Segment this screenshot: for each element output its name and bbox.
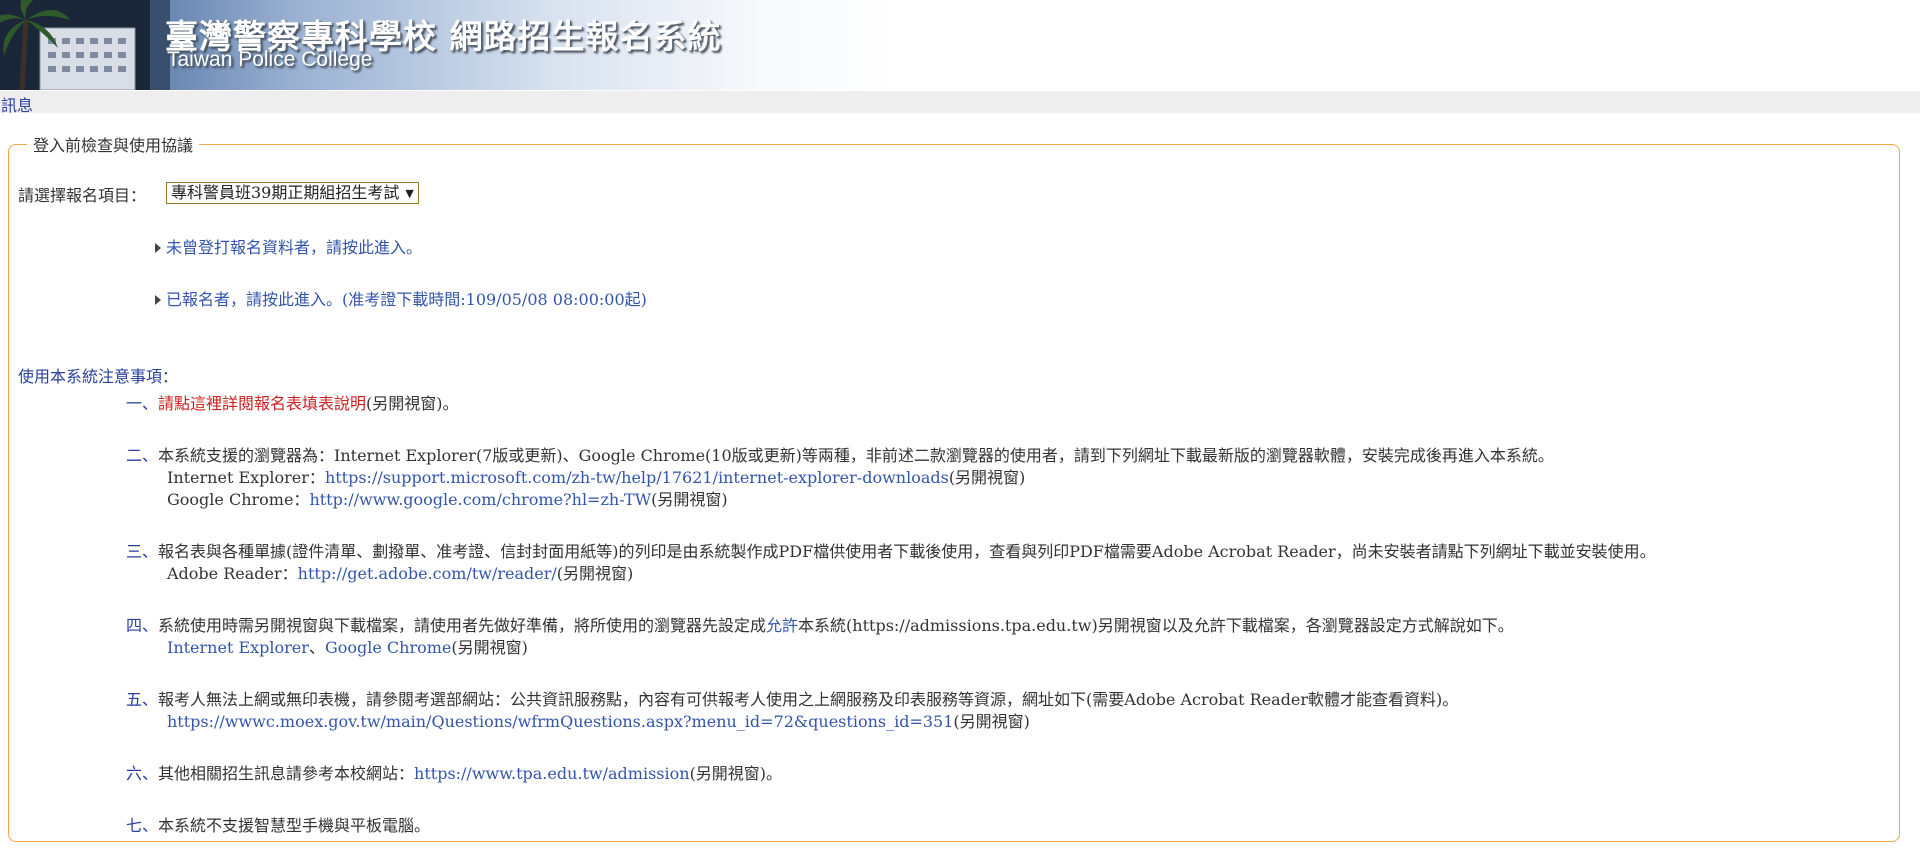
item-text: 本系統不支援智慧型手機與平板電腦。 xyxy=(158,816,431,835)
chrome-download-line: Google Chrome：http://www.google.com/chro… xyxy=(167,486,728,510)
notice-item-7: 七、本系統不支援智慧型手機與平板電腦。 xyxy=(126,812,430,836)
triangle-bullet-icon xyxy=(155,295,161,305)
chrome-settings-link[interactable]: Google Chrome xyxy=(325,638,451,657)
item-number: 二、 xyxy=(126,446,159,465)
header-banner: 臺灣警察專科學校 網路招生報名系統 Taiwan Police College xyxy=(0,0,1920,90)
notice-item-2: 二、本系統支援的瀏覽器為：Internet Explorer(7版或更新)、Go… xyxy=(126,442,1554,466)
notice-title: 使用本系統注意事項： xyxy=(18,367,179,386)
item-number: 四、 xyxy=(126,616,159,635)
item-text: 本系統支援的瀏覽器為：Internet Explorer(7版或更新)、Goog… xyxy=(158,446,1554,465)
line-prefix: Internet Explorer： xyxy=(167,468,325,487)
entry-new-link[interactable]: 未曾登打報名資料者，請按此進入。 xyxy=(166,238,422,257)
item-text: 系統使用時需另開視窗與下載檔案，請使用者先做好準備，將所使用的瀏覽器先設定成 xyxy=(158,616,767,635)
item-number: 五、 xyxy=(126,690,159,709)
item-number: 三、 xyxy=(126,542,159,561)
item-suffix: (另開視窗)。 xyxy=(689,764,783,783)
line-suffix: (另開視窗) xyxy=(556,564,634,583)
item-number: 六、 xyxy=(126,764,159,783)
notice-item-1: 一、請點這裡詳閱報名表填表說明(另開視窗)。 xyxy=(126,390,459,414)
adobe-download-link[interactable]: http://get.adobe.com/tw/reader/ xyxy=(298,564,557,583)
item-text: 報名表與各種單據(證件清單、劃撥單、准考證、信封封面用紙等)的列印是由系統製作成… xyxy=(158,542,1656,561)
item-suffix: (另開視窗)。 xyxy=(366,394,459,413)
entry-registered-link[interactable]: 已報名者，請按此進入。(准考證下載時間:109/05/08 08:00:00起) xyxy=(166,290,647,309)
message-bar: 訊息 xyxy=(0,91,1920,116)
campus-palm-tree-image xyxy=(0,0,170,90)
notice-item-4: 四、系統使用時需另開視窗與下載檔案，請使用者先做好準備，將所使用的瀏覽器先設定成… xyxy=(126,612,1514,636)
moex-service-link[interactable]: https://wwwc.moex.gov.tw/main/Questions/… xyxy=(167,712,953,731)
line-prefix: Google Chrome： xyxy=(167,490,310,509)
line-prefix: Adobe Reader： xyxy=(167,564,298,583)
line-suffix: (另開視窗) xyxy=(651,490,728,509)
form-instructions-link[interactable]: 請點這裡詳閱報名表填表說明 xyxy=(158,394,366,413)
line-suffix: (另開視窗) xyxy=(953,712,1030,731)
dropdown-arrow-icon: ▼ xyxy=(405,187,414,200)
entry-new-row: 未曾登打報名資料者，請按此進入。 xyxy=(155,234,422,258)
notice-item-3: 三、報名表與各種單據(證件清單、劃撥單、准考證、信封封面用紙等)的列印是由系統製… xyxy=(126,538,1656,562)
ie-download-link[interactable]: https://support.microsoft.com/zh-tw/help… xyxy=(325,468,949,487)
item-text: 報考人無法上網或無印表機，請參閱考選部網站：公共資訊服務點，內容有可供報考人使用… xyxy=(158,690,1459,709)
ie-download-line: Internet Explorer：https://support.micros… xyxy=(167,464,1025,488)
allow-emphasis: 允許 xyxy=(766,616,799,635)
item-text: 其他相關招生訊息請參考本校網站： xyxy=(158,764,415,783)
item-number: 一、 xyxy=(126,394,159,413)
notice-item-6: 六、其他相關招生訊息請參考本校網站：https://www.tpa.edu.tw… xyxy=(126,760,782,784)
browser-settings-line: Internet Explorer、Google Chrome(另開視窗) xyxy=(167,634,528,658)
panel-legend: 登入前檢查與使用協議 xyxy=(33,136,194,155)
item-number: 七、 xyxy=(126,816,159,835)
chrome-download-link[interactable]: http://www.google.com/chrome?hl=zh-TW xyxy=(309,490,651,509)
registration-item-select[interactable]: 專科警員班39期正期組招生考試 ▼ xyxy=(166,182,419,204)
entry-registered-row: 已報名者，請按此進入。(准考證下載時間:109/05/08 08:00:00起) xyxy=(155,286,647,310)
notice-item-5: 五、報考人無法上網或無印表機，請參閱考選部網站：公共資訊服務點，內容有可供報考人… xyxy=(126,686,1458,710)
ie-settings-link[interactable]: Internet Explorer xyxy=(167,638,309,657)
college-name-en: Taiwan Police College xyxy=(167,48,373,71)
registration-item-label: 請選擇報名項目： xyxy=(18,186,147,205)
message-link[interactable]: 訊息 xyxy=(1,92,33,116)
triangle-bullet-icon xyxy=(155,243,161,253)
line-suffix: (另開視窗) xyxy=(948,468,1026,487)
registration-item-select-value: 專科警員班39期正期組招生考試 xyxy=(171,183,400,202)
item-text-cont: 本系統(https://admissions.tpa.edu.tw)另開視窗以及… xyxy=(798,616,1514,635)
separator: 、 xyxy=(308,638,325,657)
line-suffix: (另開視窗) xyxy=(451,638,528,657)
moex-link-line: https://wwwc.moex.gov.tw/main/Questions/… xyxy=(167,708,1030,732)
adobe-download-line: Adobe Reader：http://get.adobe.com/tw/rea… xyxy=(167,560,633,584)
college-admission-link[interactable]: https://www.tpa.edu.tw/admission xyxy=(414,764,690,783)
